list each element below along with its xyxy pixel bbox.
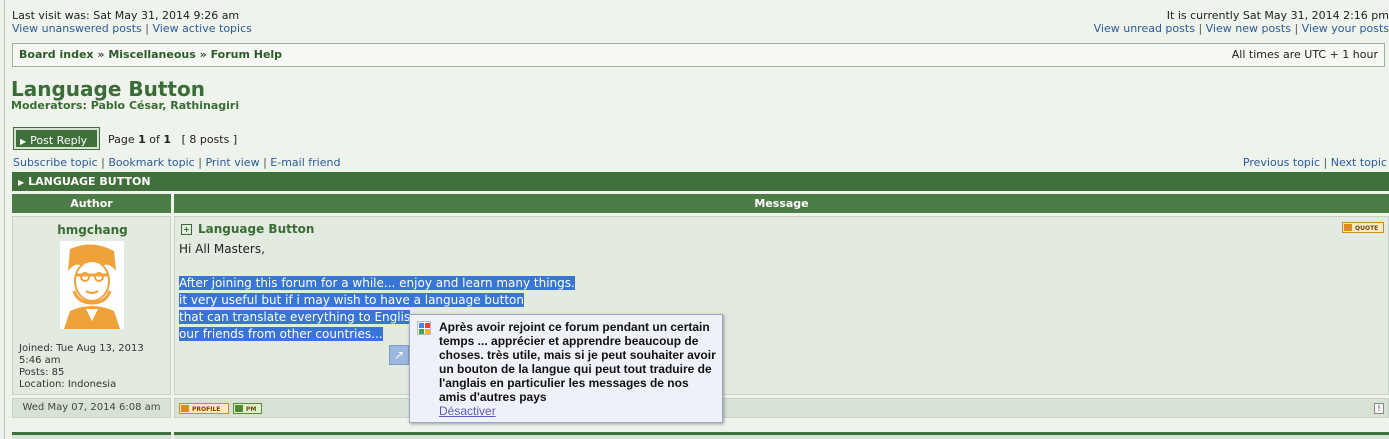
topic-title[interactable]: Language Button — [11, 77, 205, 101]
separator: | — [1294, 22, 1302, 35]
author-column-header: Author — [12, 194, 171, 213]
separator: | — [1323, 156, 1331, 169]
post-footer-actions: PROFILE PM ! — [174, 398, 1389, 418]
joined-time-text: 5:46 am — [19, 355, 61, 366]
timezone-text: All times are UTC + 1 hour — [1231, 48, 1378, 61]
top-info-bar: Last visit was: Sat May 31, 2014 9:26 am… — [12, 9, 1389, 37]
moderators-line: Moderators: Pablo César, Rathinagiri — [11, 99, 239, 112]
next-message-cell — [174, 432, 1389, 439]
separator: | — [1198, 22, 1206, 35]
breadcrumb-board-index[interactable]: Board index — [19, 48, 94, 61]
current-time-text: It is currently Sat May 31, 2014 2:16 pm — [1166, 9, 1389, 22]
posts-count-text: Posts: 85 — [19, 367, 65, 378]
page-total: 1 — [163, 133, 172, 146]
previous-topic-link[interactable]: Previous topic — [1243, 156, 1320, 169]
author-name[interactable]: hmgchang — [13, 223, 172, 237]
translate-icon[interactable]: ↗ — [389, 345, 409, 365]
view-unanswered-link[interactable]: View unanswered posts — [12, 22, 142, 35]
view-your-posts-link[interactable]: View your posts — [1302, 22, 1389, 35]
message-cell: + Language Button QUOTE Hi All Masters, A… — [174, 216, 1389, 395]
breadcrumb: Board index » Miscellaneous » Forum Help… — [12, 43, 1385, 67]
bookmark-topic-link[interactable]: Bookmark topic — [108, 156, 194, 169]
page-label: Page — [108, 133, 135, 146]
avatar-portrait-icon — [60, 241, 124, 329]
message-column-header: Message — [174, 194, 1389, 213]
pagination-info: Page 1 of 1 [ 8 posts ] — [108, 133, 237, 146]
triangle-icon: ▶ — [18, 178, 25, 187]
post-line: our friends from other countries... — [179, 327, 383, 341]
play-arrow-icon: ▶ — [20, 137, 27, 146]
print-view-link[interactable]: Print view — [205, 156, 259, 169]
last-visit-text: Last visit was: Sat May 31, 2014 9:26 am — [12, 9, 240, 22]
post-reply-label: Post Reply — [30, 134, 88, 147]
post-icon[interactable]: + — [181, 224, 192, 235]
post-line: After joining this forum for a while... … — [179, 276, 575, 290]
topic-navigation: Previous topic | Next topic — [1243, 156, 1387, 169]
post-greeting: Hi All Masters, — [179, 242, 265, 256]
author-profile-info: Joined: Tue Aug 13, 2013 5:46 am Posts: … — [19, 343, 144, 391]
translation-text: Après avoir rejoint ce forum pendant un … — [439, 320, 716, 404]
moderators-names[interactable]: Pablo César, Rathinagiri — [91, 99, 239, 112]
next-author-cell — [12, 432, 171, 439]
quote-button[interactable]: QUOTE — [1342, 222, 1384, 233]
page-of: of — [149, 133, 160, 146]
posts-count: [ 8 posts ] — [181, 133, 238, 146]
view-new-link[interactable]: View new posts — [1206, 22, 1291, 35]
page-current: 1 — [138, 133, 146, 146]
breadcrumb-miscellaneous[interactable]: Miscellaneous — [108, 48, 195, 61]
category-title: LANGUAGE BUTTON — [28, 175, 151, 188]
post-subject-text[interactable]: Language Button — [198, 222, 314, 236]
disable-translation-link[interactable]: Désactiver — [439, 404, 496, 418]
post-subject: + Language Button — [181, 222, 314, 236]
quick-links-left: View unanswered posts | View active topi… — [12, 22, 252, 35]
avatar — [60, 241, 124, 329]
view-active-link[interactable]: View active topics — [152, 22, 251, 35]
breadcrumb-separator: » — [97, 48, 105, 61]
next-topic-link[interactable]: Next topic — [1331, 156, 1387, 169]
translation-popup: Après avoir rejoint ce forum pendant un … — [409, 314, 723, 423]
post-line: it very useful but if i may wish to have… — [179, 293, 524, 307]
breadcrumb-trail: Board index » Miscellaneous » Forum Help — [19, 48, 282, 61]
post-line: that can translate everything to Englis — [179, 310, 411, 324]
profile-button[interactable]: PROFILE — [179, 403, 229, 414]
subscribe-topic-link[interactable]: Subscribe topic — [13, 156, 98, 169]
quick-links-right: View unread posts | View new posts | Vie… — [1094, 22, 1389, 35]
next-post-row — [12, 432, 1389, 439]
category-header: ▶ LANGUAGE BUTTON — [12, 172, 1389, 191]
email-friend-link[interactable]: E-mail friend — [270, 156, 340, 169]
breadcrumb-forum-help[interactable]: Forum Help — [211, 48, 282, 61]
moderators-label: Moderators: — [11, 99, 87, 112]
post-reply-button[interactable]: ▶ Post Reply — [14, 128, 99, 149]
location-text: Location: Indonesia — [19, 379, 117, 390]
google-translate-icon — [417, 321, 431, 335]
joined-text: Joined: Tue Aug 13, 2013 — [19, 343, 144, 354]
view-unread-link[interactable]: View unread posts — [1094, 22, 1195, 35]
breadcrumb-separator: » — [199, 48, 207, 61]
pm-button[interactable]: PM — [233, 403, 262, 414]
author-cell: hmgchang Joined: Tue Aug 13, 2013 5:46 a… — [12, 216, 171, 395]
report-icon[interactable]: ! — [1374, 403, 1384, 414]
post-date: Wed May 07, 2014 6:08 am — [12, 398, 171, 418]
topic-actions: Subscribe topic | Bookmark topic | Print… — [13, 156, 340, 169]
